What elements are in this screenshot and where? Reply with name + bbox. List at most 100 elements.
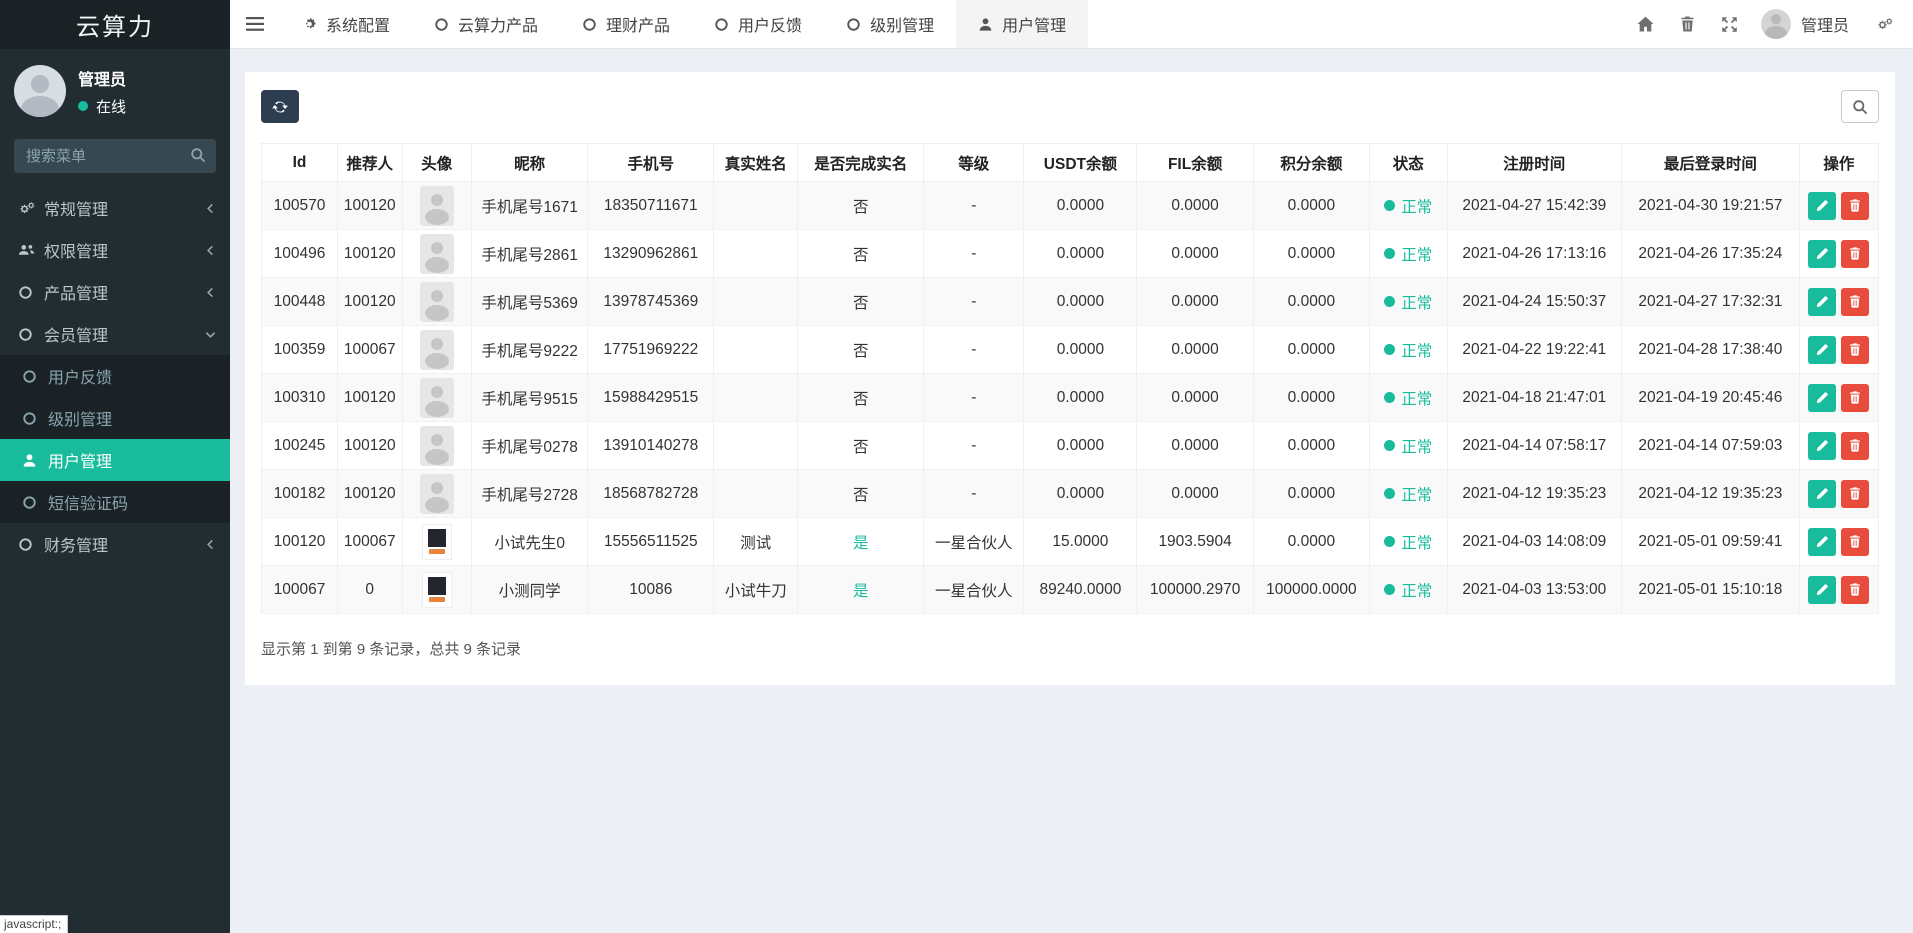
edit-button[interactable] [1808, 288, 1836, 316]
cell-fil-balance: 0.0000 [1137, 470, 1253, 518]
delete-button[interactable] [1841, 240, 1869, 268]
delete-button[interactable] [1841, 288, 1869, 316]
refresh-button[interactable] [261, 90, 299, 123]
hamburger-menu-icon[interactable] [230, 0, 280, 48]
edit-button[interactable] [1808, 384, 1836, 412]
cell-last-login-time: 2021-04-12 19:35:23 [1622, 470, 1800, 518]
app-logo[interactable]: 云算力 [0, 0, 230, 49]
gear-icon [302, 17, 317, 32]
sidebar-item-用户反馈[interactable]: 用户反馈 [0, 355, 230, 397]
search-icon [1852, 99, 1868, 115]
edit-button[interactable] [1808, 480, 1836, 508]
cell-fil-balance: 0.0000 [1137, 422, 1253, 470]
sidebar-item-常规管理[interactable]: 常规管理 [0, 187, 230, 229]
circle-icon [18, 537, 44, 552]
delete-button[interactable] [1841, 528, 1869, 556]
sidebar-item-用户管理[interactable]: 用户管理 [0, 439, 230, 481]
cell-last-login-time: 2021-04-27 17:32:31 [1622, 278, 1800, 326]
cell-realname [714, 422, 798, 470]
cell-last-login-time: 2021-04-28 17:38:40 [1622, 326, 1800, 374]
gears-icon [18, 201, 44, 216]
home-icon[interactable] [1625, 0, 1667, 49]
table-row: 100570100120手机尾号167118350711671否-0.00000… [262, 182, 1879, 230]
sidebar-item-财务管理[interactable]: 财务管理 [0, 523, 230, 565]
circle-icon [582, 17, 597, 32]
sidebar-item-label: 财务管理 [44, 532, 205, 556]
cell-fil-balance: 0.0000 [1137, 182, 1253, 230]
cell-phone: 17751969222 [588, 326, 714, 374]
edit-button[interactable] [1808, 336, 1836, 364]
sidebar-item-产品管理[interactable]: 产品管理 [0, 271, 230, 313]
tab-理财产品[interactable]: 理财产品 [560, 0, 692, 48]
trash-icon[interactable] [1667, 0, 1709, 49]
cell-status: 正常 [1370, 566, 1448, 614]
cell-avatar [402, 230, 471, 278]
circle-icon [22, 369, 48, 384]
cell-fil-balance: 0.0000 [1137, 278, 1253, 326]
sidebar-item-会员管理[interactable]: 会员管理 [0, 313, 230, 355]
column-header-昵称: 昵称 [471, 144, 587, 182]
cell-id: 100120 [262, 518, 338, 566]
cell-status: 正常 [1370, 182, 1448, 230]
tab-用户反馈[interactable]: 用户反馈 [692, 0, 824, 48]
sidebar-item-label: 常规管理 [44, 196, 205, 220]
status-badge: 正常 [1384, 579, 1432, 601]
sidebar-item-级别管理[interactable]: 级别管理 [0, 397, 230, 439]
cell-last-login-time: 2021-04-19 20:45:46 [1622, 374, 1800, 422]
table-row: 100182100120手机尾号272818568782728否-0.00000… [262, 470, 1879, 518]
edit-button[interactable] [1808, 528, 1836, 556]
trash-small-icon [1849, 343, 1861, 356]
cell-id: 100310 [262, 374, 338, 422]
delete-button[interactable] [1841, 576, 1869, 604]
tab-用户管理[interactable]: 用户管理 [956, 0, 1088, 48]
delete-button[interactable] [1841, 192, 1869, 220]
navbar-user-label: 管理员 [1801, 12, 1849, 36]
column-header-积分余额: 积分余额 [1253, 144, 1369, 182]
status-label: 正常 [1401, 435, 1432, 457]
circle-icon [18, 285, 44, 300]
cell-phone: 18350711671 [588, 182, 714, 230]
edit-button[interactable] [1808, 432, 1836, 460]
trash-small-icon [1849, 583, 1861, 596]
status-dot-icon [1384, 536, 1395, 547]
cell-level: 一星合伙人 [924, 518, 1024, 566]
cell-usdt-balance: 0.0000 [1024, 278, 1137, 326]
cell-avatar [402, 566, 471, 614]
column-header-注册时间: 注册时间 [1447, 144, 1621, 182]
status-label: 正常 [1401, 243, 1432, 265]
delete-button[interactable] [1841, 384, 1869, 412]
delete-button[interactable] [1841, 336, 1869, 364]
cell-referrer: 100120 [337, 470, 402, 518]
tab-级别管理[interactable]: 级别管理 [824, 0, 956, 48]
settings-gears-icon[interactable] [1863, 0, 1905, 49]
sidebar-item-短信验证码[interactable]: 短信验证码 [0, 481, 230, 523]
tab-label: 系统配置 [326, 12, 390, 36]
edit-button[interactable] [1808, 192, 1836, 220]
delete-button[interactable] [1841, 480, 1869, 508]
cell-fil-balance: 1903.5904 [1137, 518, 1253, 566]
tab-云算力产品[interactable]: 云算力产品 [412, 0, 560, 48]
edit-button[interactable] [1808, 576, 1836, 604]
column-header-等级: 等级 [924, 144, 1024, 182]
cell-nickname: 小试先生0 [471, 518, 587, 566]
cell-avatar [402, 278, 471, 326]
pencil-icon [1816, 535, 1829, 548]
tab-系统配置[interactable]: 系统配置 [280, 0, 412, 48]
cell-phone: 15988429515 [588, 374, 714, 422]
sidebar-search-input[interactable] [14, 139, 216, 173]
edit-button[interactable] [1808, 240, 1836, 268]
sidebar-item-权限管理[interactable]: 权限管理 [0, 229, 230, 271]
cell-fil-balance: 100000.2970 [1137, 566, 1253, 614]
table-search-button[interactable] [1841, 90, 1879, 123]
trash-small-icon [1849, 439, 1861, 452]
cell-referrer: 100067 [337, 518, 402, 566]
cell-last-login-time: 2021-05-01 15:10:18 [1622, 566, 1800, 614]
fullscreen-icon[interactable] [1709, 0, 1751, 49]
search-icon[interactable] [190, 147, 206, 163]
delete-button[interactable] [1841, 432, 1869, 460]
cell-id: 100448 [262, 278, 338, 326]
main-area: 系统配置云算力产品理财产品用户反馈级别管理用户管理 管理员 [230, 0, 1913, 933]
avatar-placeholder-icon [420, 330, 454, 370]
status-dot-icon [1384, 392, 1395, 403]
navbar-user-menu[interactable]: 管理员 [1751, 9, 1863, 39]
